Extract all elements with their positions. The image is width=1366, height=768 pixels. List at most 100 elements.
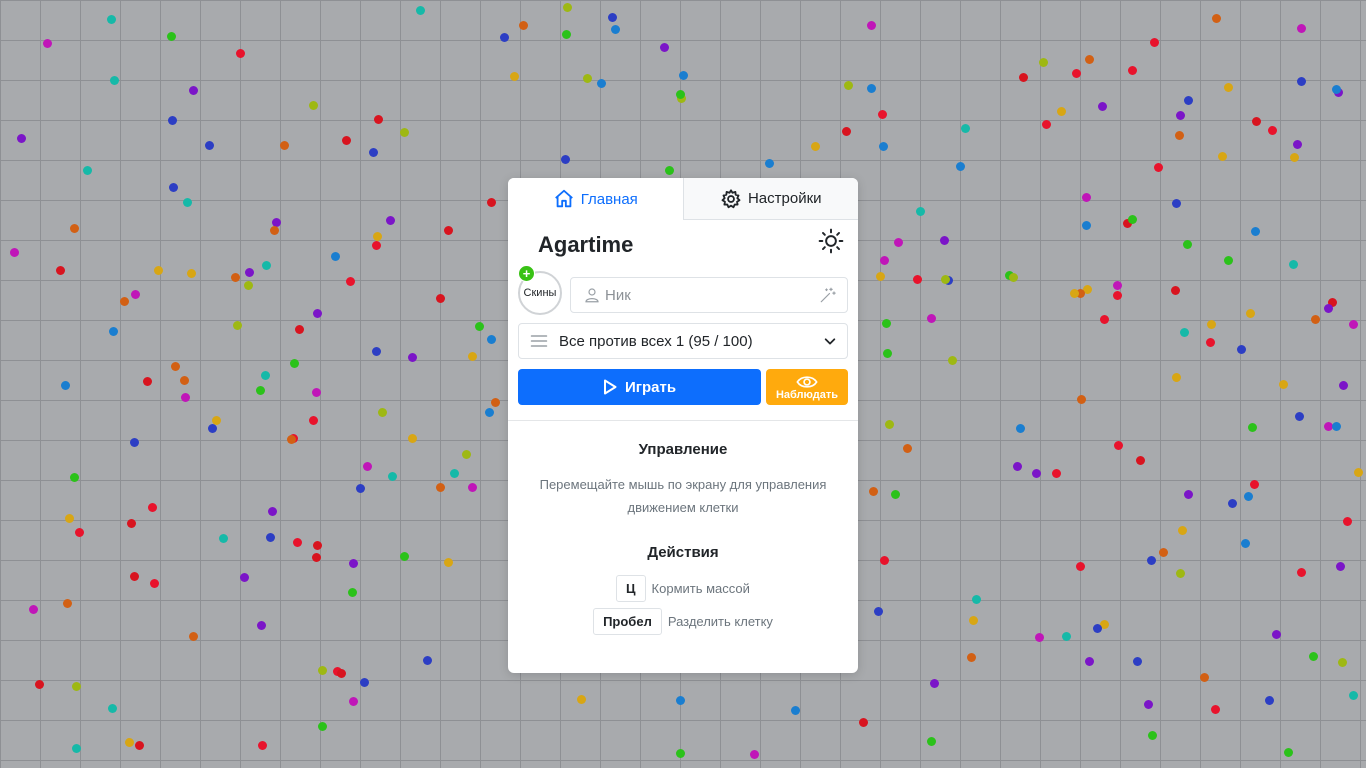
food-pellet [1172,199,1181,208]
food-pellet [268,507,277,516]
gear-icon [721,188,741,208]
food-pellet [1128,66,1137,75]
food-pellet [416,6,425,15]
food-pellet [791,706,800,715]
food-pellet [131,290,140,299]
food-pellet [1113,291,1122,300]
food-pellet [1180,328,1189,337]
food-pellet [1076,562,1085,571]
add-skin-badge[interactable]: + [518,265,535,282]
food-pellet [882,319,891,328]
food-pellet [611,25,620,34]
tab-settings[interactable]: Настройки [683,178,858,220]
food-pellet [563,3,572,12]
food-pellet [293,538,302,547]
food-pellet [43,39,52,48]
food-pellet [487,335,496,344]
food-pellet [125,738,134,747]
food-pellet [1082,193,1091,202]
food-pellet [1241,539,1250,548]
food-pellet [309,416,318,425]
food-pellet [1154,163,1163,172]
nick-input[interactable] [601,278,819,312]
food-pellet [346,277,355,286]
food-pellet [120,297,129,306]
game-mode-select[interactable]: Все против всех 1 (95 / 100) [518,323,848,359]
food-pellet [236,49,245,58]
food-pellet [337,669,346,678]
food-pellet [1062,632,1071,641]
food-pellet [1013,462,1022,471]
food-pellet [487,198,496,207]
food-pellet [408,434,417,443]
food-pellet [270,226,279,235]
food-pellet [1339,381,1348,390]
magic-wand-icon[interactable] [819,286,837,304]
food-pellet [61,381,70,390]
food-pellet [256,386,265,395]
food-pellet [1293,140,1302,149]
food-pellet [1251,227,1260,236]
food-pellet [903,444,912,453]
nick-field[interactable] [570,277,848,313]
food-pellet [1252,117,1261,126]
food-pellet [1290,153,1299,162]
food-pellet [1098,102,1107,111]
food-pellet [811,142,820,151]
food-pellet [349,697,358,706]
food-pellet [1343,517,1352,526]
food-pellet [1246,309,1255,318]
food-pellet [10,248,19,257]
food-pellet [189,632,198,641]
food-pellet [1297,77,1306,86]
food-pellet [1147,556,1156,565]
food-pellet [318,666,327,675]
food-pellet [878,110,887,119]
food-pellet [1332,85,1341,94]
food-pellet [1042,120,1051,129]
food-pellet [360,678,369,687]
food-pellet [349,559,358,568]
food-pellet [1338,658,1347,667]
play-label: Играть [624,378,677,396]
food-pellet [1265,696,1274,705]
food-pellet [187,269,196,278]
food-pellet [169,183,178,192]
sun-icon[interactable] [818,228,844,254]
food-pellet [880,256,889,265]
food-pellet [400,552,409,561]
food-pellet [386,216,395,225]
food-pellet [1009,273,1018,282]
food-pellet [879,142,888,151]
food-pellet [1019,73,1028,82]
food-pellet [408,353,417,362]
food-pellet [318,722,327,731]
menu-tabs: Главная Настройки [508,178,858,220]
food-pellet [130,438,139,447]
food-pellet [676,696,685,705]
food-pellet [485,408,494,417]
food-pellet [462,450,471,459]
tab-home[interactable]: Главная [508,178,684,220]
food-pellet [244,281,253,290]
food-pellet [844,81,853,90]
food-pellet [1035,633,1044,642]
skins-label: Скины [523,287,557,299]
food-pellet [1206,338,1215,347]
skins-button[interactable]: Скины + [518,265,562,315]
food-pellet [1159,548,1168,557]
food-pellet [444,226,453,235]
food-pellet [423,656,432,665]
food-pellet [56,266,65,275]
play-button[interactable]: Играть [518,369,761,405]
spectate-button[interactable]: Наблюдать [766,369,848,405]
food-pellet [70,224,79,233]
food-pellet [1077,395,1086,404]
food-pellet [436,483,445,492]
food-pellet [233,321,242,330]
food-pellet [597,79,606,88]
food-pellet [208,424,217,433]
food-pellet [750,750,759,759]
food-pellet [75,528,84,537]
food-pellet [475,322,484,331]
